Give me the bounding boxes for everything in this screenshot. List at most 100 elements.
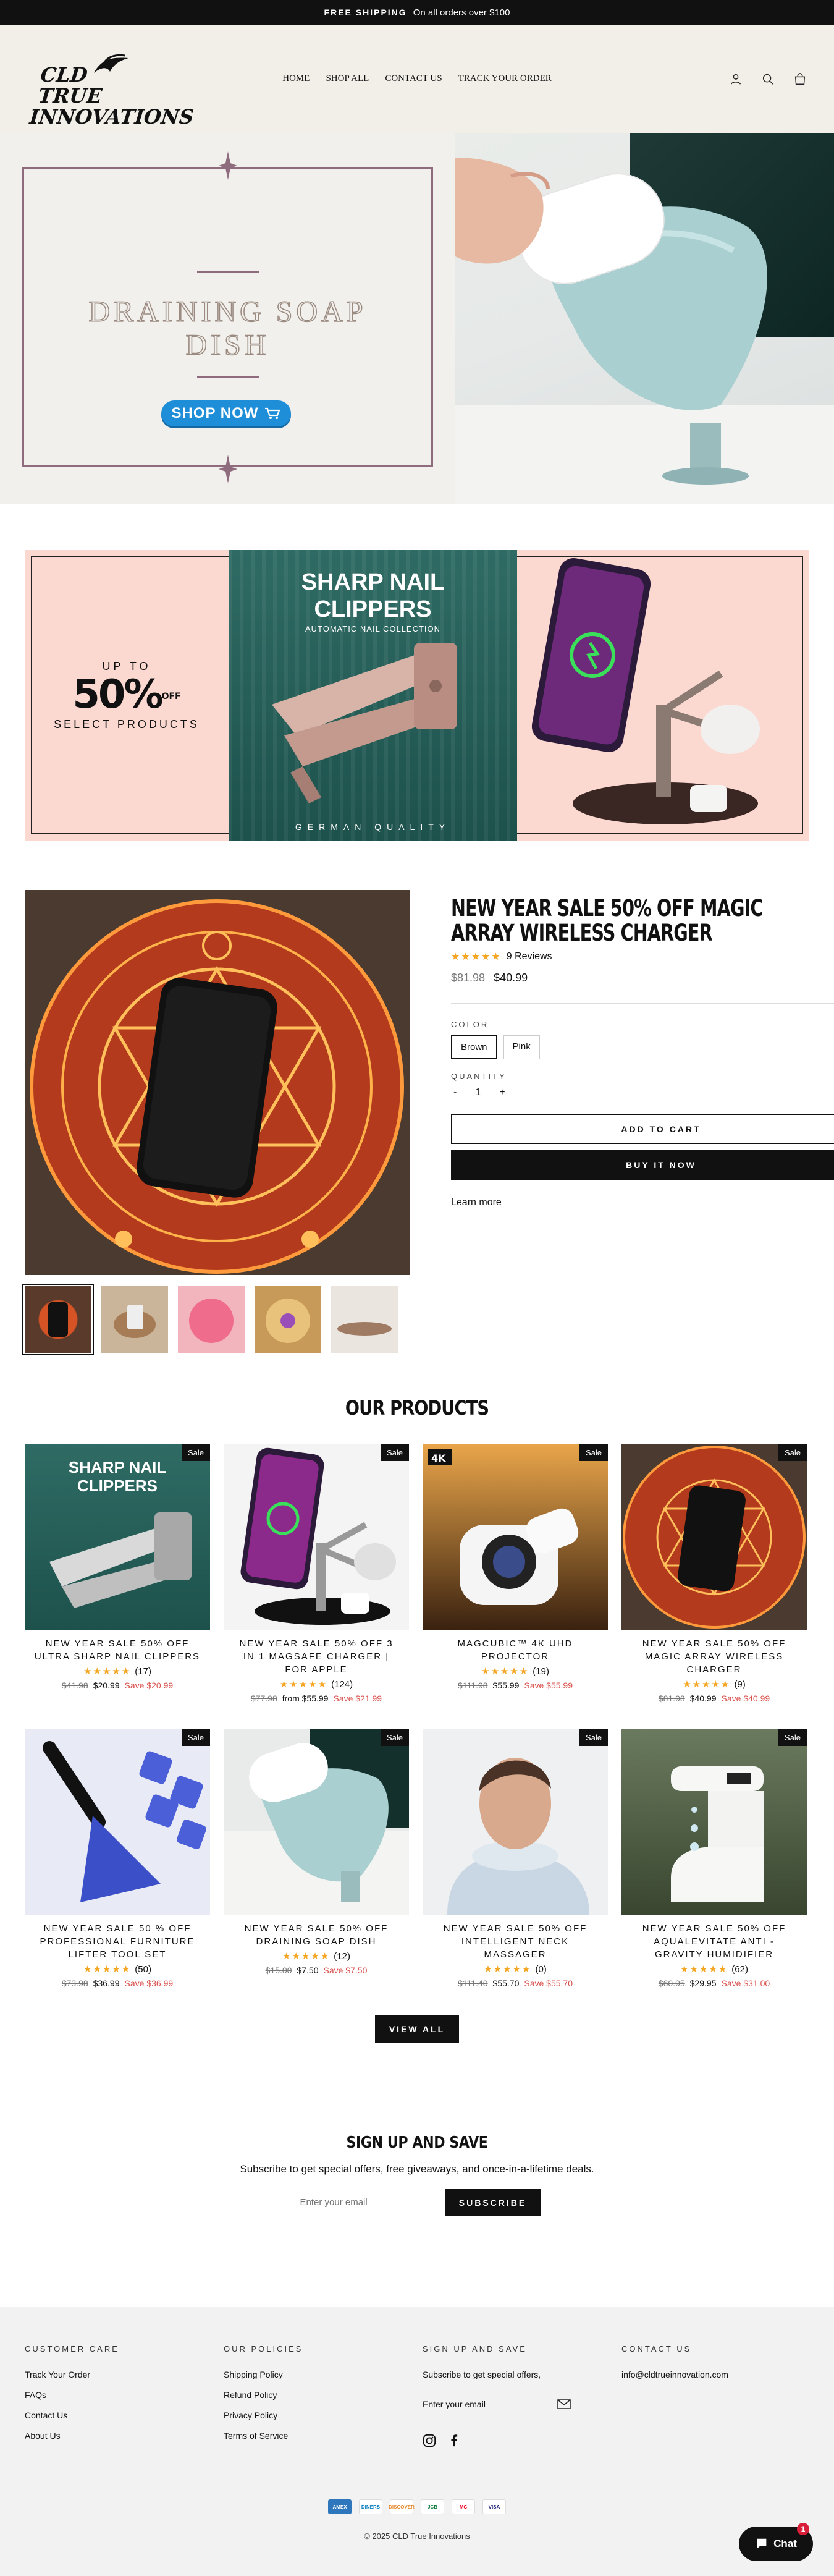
- color-option-pink[interactable]: Pink: [503, 1035, 540, 1059]
- site-header: CLD TRUE INNOVATIONS HOME SHOP ALL CONTA…: [0, 25, 834, 133]
- nav-contact-us[interactable]: CONTACT US: [385, 74, 442, 84]
- footer-link-about[interactable]: About Us: [25, 2431, 210, 2441]
- footer-link-faqs[interactable]: FAQs: [25, 2390, 210, 2400]
- footer-link-terms[interactable]: Terms of Service: [224, 2431, 409, 2441]
- product-card[interactable]: SHARP NAIL CLIPPERS Sale NEW YEAR SALE 50…: [25, 1444, 210, 1703]
- footer-email-field[interactable]: Enter your email: [423, 2393, 571, 2415]
- thumbnail-3[interactable]: [178, 1286, 245, 1353]
- logo-line-1: CLD TRUE: [37, 62, 103, 108]
- price-compare: $81.98: [451, 972, 486, 984]
- diamond-ornament-icon: [218, 151, 237, 180]
- product-name[interactable]: NEW YEAR SALE 50% OFF AQUALEVITATE ANTI …: [621, 1922, 807, 1961]
- chat-label: Chat: [773, 2538, 797, 2549]
- product-name[interactable]: NEW YEAR SALE 50% OFF 3 IN 1 MAGSAFE CHA…: [224, 1637, 409, 1676]
- product-name[interactable]: NEW YEAR SALE 50% OFF DRAINING SOAP DISH: [224, 1922, 409, 1948]
- footer-signup: SIGN UP AND SAVE Subscribe to get specia…: [423, 2344, 608, 2451]
- product-name[interactable]: NEW YEAR SALE 50% OFF MAGIC ARRAY WIRELE…: [621, 1637, 807, 1676]
- quantity-value[interactable]: 1: [475, 1087, 481, 1098]
- product-grid: SHARP NAIL CLIPPERS Sale NEW YEAR SALE 50…: [0, 1444, 834, 1988]
- discover-icon: DISCOVER: [389, 2499, 415, 2514]
- announcement-bold: FREE SHIPPING: [324, 7, 407, 17]
- footer-columns: CUSTOMER CARE Track Your Order FAQs Cont…: [25, 2344, 809, 2451]
- product-card[interactable]: Sale NEW YEAR SALE 50% OFF INTELLIGENT N…: [423, 1729, 608, 1988]
- product-name[interactable]: NEW YEAR SALE 50% OFF ULTRA SHARP NAIL C…: [25, 1637, 210, 1663]
- promo-banner[interactable]: UP TO 50%OFF SELECT PRODUCTS SHARP NAIL C…: [25, 550, 809, 841]
- product-image[interactable]: Sale: [224, 1444, 409, 1630]
- product-prices: $111.98 $55.99 Save $55.99: [458, 1680, 573, 1690]
- product-rating[interactable]: ★★★★★ 9 Reviews: [451, 951, 834, 963]
- jcb-icon: JCB: [421, 2499, 444, 2514]
- product-name[interactable]: MAGCUBIC™ 4K UHD PROJECTOR: [423, 1637, 608, 1663]
- payment-icons: AMEX DINERS DISCOVER JCB MC VISA: [25, 2499, 809, 2514]
- newsletter-email-input[interactable]: [293, 2189, 445, 2216]
- product-card[interactable]: Sale NEW YEAR SALE 50 % OFF PROFESSIONAL…: [25, 1729, 210, 1988]
- product-card[interactable]: Sale NEW YEAR SALE 50% OFF DRAINING SOAP…: [224, 1729, 409, 1988]
- instagram-icon[interactable]: [423, 2434, 436, 2447]
- nav-home[interactable]: HOME: [282, 74, 310, 84]
- footer-link-track-order[interactable]: Track Your Order: [25, 2370, 210, 2379]
- product-card[interactable]: Sale NEW YEAR SALE 50% OFF 3 IN 1 MAGSAF…: [224, 1444, 409, 1703]
- facebook-icon[interactable]: [447, 2434, 461, 2447]
- color-option-brown[interactable]: Brown: [451, 1035, 497, 1059]
- hero-frame: DRAINING SOAP DISH SHOP NOW: [22, 151, 433, 483]
- product-rating: ★★★★★ (9): [683, 1679, 746, 1690]
- product-rating: ★★★★★ (62): [680, 1964, 748, 1975]
- footer-link-privacy[interactable]: Privacy Policy: [224, 2410, 409, 2420]
- promo-charger-panel: [517, 550, 809, 841]
- footer-contact-email[interactable]: info@cldtrueinnovation.com: [621, 2370, 807, 2379]
- cart-icon[interactable]: [793, 72, 807, 86]
- announcement-bar: FREE SHIPPING On all orders over $100: [0, 0, 834, 25]
- product-rating: ★★★★★ (0): [484, 1964, 547, 1975]
- product-card[interactable]: 4K Sale MAGCUBIC™ 4K UHD PROJECTOR ★★★★★…: [423, 1444, 608, 1703]
- nav-track-order[interactable]: TRACK YOUR ORDER: [458, 74, 552, 84]
- promo-up-to: UP TO: [102, 659, 151, 672]
- svg-text:4K: 4K: [431, 1452, 446, 1464]
- product-info: NEW YEAR SALE 50% OFF MAGIC ARRAY WIRELE…: [451, 890, 834, 1353]
- product-image[interactable]: SHARP NAIL CLIPPERS Sale: [25, 1444, 210, 1630]
- quantity-plus-button[interactable]: +: [499, 1087, 505, 1098]
- thumbnail-5[interactable]: [331, 1286, 398, 1353]
- price-sale: $40.99: [494, 972, 528, 984]
- search-icon[interactable]: [761, 72, 775, 86]
- learn-more-link[interactable]: Learn more: [451, 1197, 502, 1210]
- footer-link-refund[interactable]: Refund Policy: [224, 2390, 409, 2400]
- account-icon[interactable]: [729, 72, 743, 86]
- product-card[interactable]: Sale NEW YEAR SALE 50% OFF AQUALEVITATE …: [621, 1729, 807, 1988]
- product-main-image[interactable]: [25, 890, 410, 1275]
- subscribe-button[interactable]: SUBSCRIBE: [445, 2189, 541, 2216]
- visa-icon: VISA: [482, 2499, 506, 2514]
- site-logo[interactable]: CLD TRUE INNOVATIONS: [25, 42, 195, 129]
- footer-link-shipping[interactable]: Shipping Policy: [224, 2370, 409, 2379]
- promo-section: UP TO 50%OFF SELECT PRODUCTS SHARP NAIL C…: [0, 504, 834, 865]
- product-image[interactable]: Sale: [621, 1444, 807, 1630]
- quantity-minus-button[interactable]: -: [453, 1087, 457, 1098]
- product-image[interactable]: Sale: [423, 1729, 608, 1915]
- product-card[interactable]: Sale NEW YEAR SALE 50% OFF MAGIC ARRAY W…: [621, 1444, 807, 1703]
- product-title: NEW YEAR SALE 50% OFF MAGIC ARRAY WIRELE…: [451, 895, 763, 946]
- product-prices: $41.98 $20.99 Save $20.99: [61, 1680, 174, 1690]
- footer-link-contact[interactable]: Contact Us: [25, 2410, 210, 2420]
- product-image[interactable]: Sale: [224, 1729, 409, 1915]
- thumbnail-1[interactable]: [22, 1284, 94, 1355]
- nav-shop-all[interactable]: SHOP ALL: [326, 74, 369, 84]
- product-name[interactable]: NEW YEAR SALE 50% OFF INTELLIGENT NECK M…: [423, 1922, 608, 1961]
- add-to-cart-button[interactable]: ADD TO CART: [451, 1114, 834, 1144]
- chat-button[interactable]: Chat 1: [739, 2523, 813, 2561]
- thumbnail-2[interactable]: [101, 1286, 168, 1353]
- product-name[interactable]: NEW YEAR SALE 50 % OFF PROFESSIONAL FURN…: [25, 1922, 210, 1961]
- hero-title-line-1: DRAINING SOAP: [88, 295, 367, 329]
- mail-icon[interactable]: [557, 2399, 571, 2409]
- product-image[interactable]: Sale: [621, 1729, 807, 1915]
- buy-now-button[interactable]: BUY IT NOW: [451, 1150, 834, 1180]
- shop-now-button[interactable]: SHOP NOW: [161, 400, 291, 426]
- thumbnail-4[interactable]: [255, 1286, 321, 1353]
- hero-text-panel: DRAINING SOAP DISH SHOP NOW: [0, 133, 455, 504]
- product-rating: ★★★★★ (17): [83, 1666, 151, 1677]
- product-price: $81.98 $40.99: [451, 972, 834, 985]
- header-icons: [729, 25, 807, 133]
- hero-product-image: [455, 133, 834, 504]
- product-image[interactable]: Sale: [25, 1729, 210, 1915]
- product-image[interactable]: 4K Sale: [423, 1444, 608, 1630]
- view-all-button[interactable]: VIEW ALL: [375, 2015, 459, 2043]
- product-prices: $111.40 $55.70 Save $55.70: [458, 1978, 573, 1988]
